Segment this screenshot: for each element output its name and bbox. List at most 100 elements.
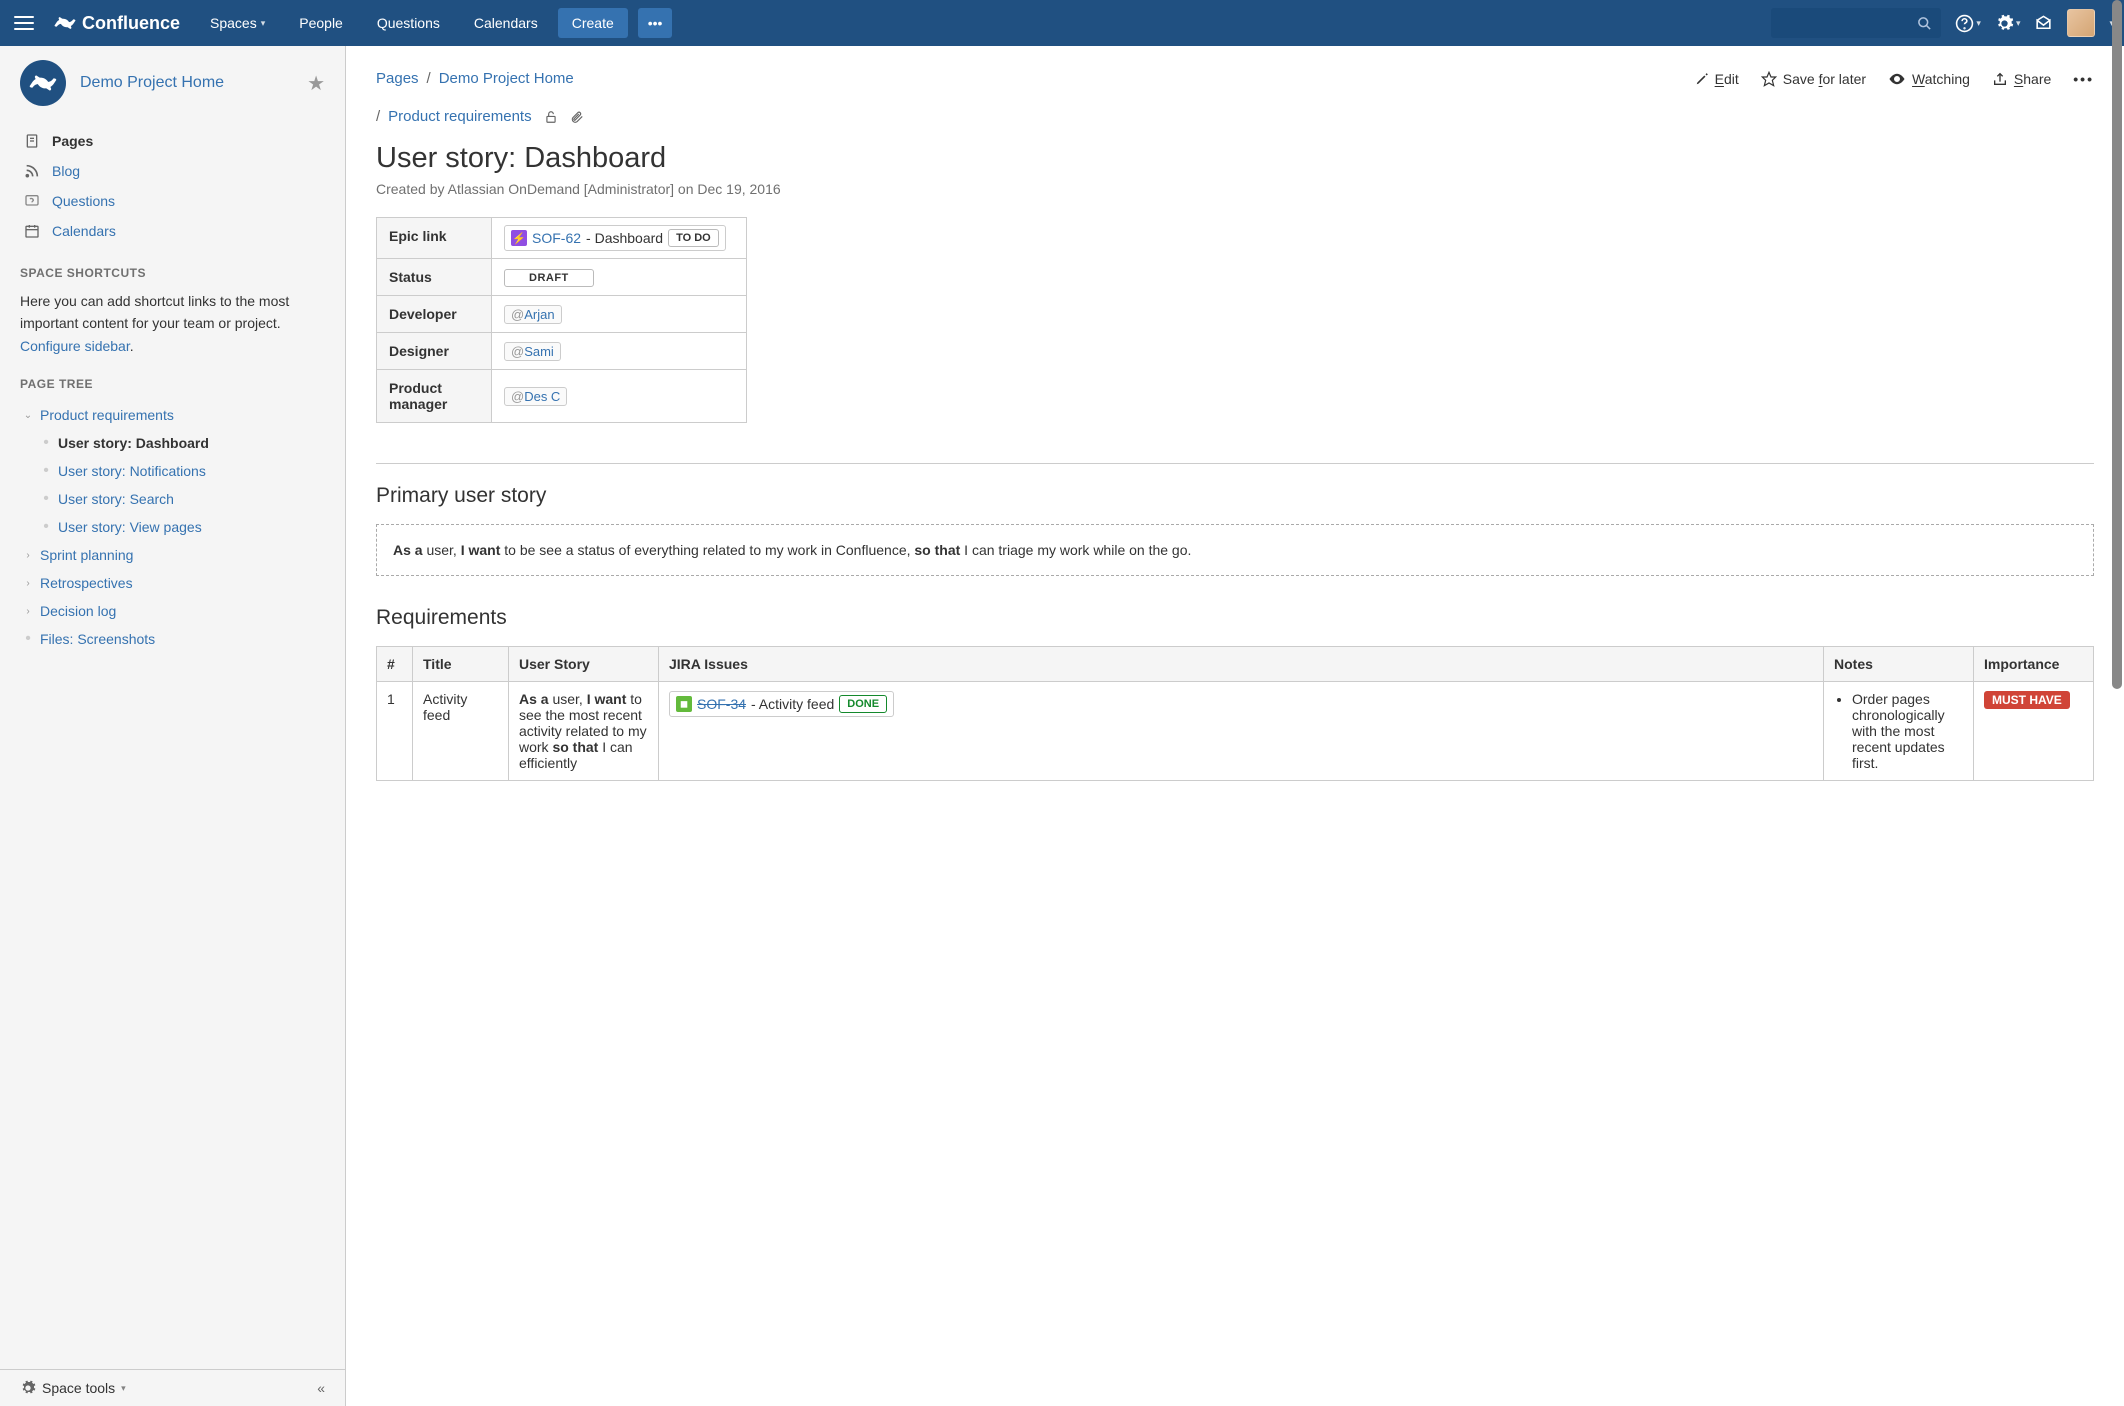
confluence-logo[interactable]: Confluence xyxy=(54,12,180,34)
tree-files-screenshots[interactable]: • Files: Screenshots xyxy=(20,625,325,653)
app-switcher-icon[interactable] xyxy=(10,9,38,37)
nav-questions[interactable]: Questions xyxy=(363,3,454,43)
importance-badge: MUST HAVE xyxy=(1984,691,2070,709)
create-more-button[interactable]: ••• xyxy=(638,8,673,38)
sidebar-collapse-icon[interactable]: « xyxy=(317,1380,325,1396)
space-tools-button[interactable]: Space tools ▾ xyxy=(20,1380,126,1396)
help-icon[interactable]: ▾ xyxy=(1955,14,1981,33)
req-title: Activity feed xyxy=(413,682,509,781)
nav-spaces[interactable]: Spaces▾ xyxy=(196,3,279,43)
tree-collapse-icon[interactable]: ⌄ xyxy=(22,410,34,421)
table-row: 1 Activity feed As a user, I want to see… xyxy=(377,682,2094,781)
watching-button[interactable]: Watching xyxy=(1888,70,1970,88)
global-header: Confluence Spaces▾ People Questions Cale… xyxy=(0,0,2124,46)
product-name: Confluence xyxy=(82,13,180,34)
share-button[interactable]: Share xyxy=(1992,71,2051,87)
eye-icon xyxy=(1888,70,1906,88)
space-shortcuts-title: SPACE SHORTCUTS xyxy=(20,266,325,280)
epic-status-badge: TO DO xyxy=(668,229,719,247)
pencil-icon xyxy=(1695,72,1709,86)
breadcrumb: Pages / Demo Project Home xyxy=(376,64,574,94)
calendars-icon xyxy=(24,223,42,239)
tree-retrospectives[interactable]: › Retrospectives xyxy=(20,569,325,597)
story-type-icon: ◼ xyxy=(676,696,692,712)
pages-icon xyxy=(24,133,42,149)
create-button[interactable]: Create xyxy=(558,8,628,38)
requirements-table: # Title User Story JIRA Issues Notes Imp… xyxy=(376,646,2094,781)
gear-icon xyxy=(20,1380,36,1396)
sidebar-nav-calendars[interactable]: Calendars xyxy=(20,216,325,246)
tree-expand-icon[interactable]: › xyxy=(22,578,34,589)
tree-expand-icon[interactable]: › xyxy=(22,606,34,617)
tree-decision-log[interactable]: › Decision log xyxy=(20,597,325,625)
req-jira: ◼ SOF-34 - Activity feed DONE xyxy=(659,682,1824,781)
shortcuts-help-text: Here you can add shortcut links to the m… xyxy=(20,290,325,357)
nav-people[interactable]: People xyxy=(285,3,357,43)
jira-issue-link[interactable]: SOF-34 xyxy=(697,696,746,712)
page-title: User story: Dashboard xyxy=(376,142,2094,175)
tree-user-story-search[interactable]: •User story: Search xyxy=(38,485,325,513)
developer-mention[interactable]: @Arjan xyxy=(504,305,562,324)
page-tree-title: PAGE TREE xyxy=(20,377,325,391)
prop-epic-label: Epic link xyxy=(377,218,492,259)
tree-user-story-notifications[interactable]: •User story: Notifications xyxy=(38,457,325,485)
unlock-icon[interactable] xyxy=(544,110,558,124)
req-userstory: As a user, I want to see the most recent… xyxy=(509,682,659,781)
tree-product-requirements[interactable]: ⌄ Product requirements xyxy=(20,401,325,429)
designer-mention[interactable]: @Sami xyxy=(504,342,561,361)
breadcrumb-product-req[interactable]: Product requirements xyxy=(388,102,531,132)
configure-sidebar-link[interactable]: Configure sidebar xyxy=(20,338,130,354)
status-badge: DRAFT xyxy=(504,269,594,287)
tree-user-story-view-pages[interactable]: •User story: View pages xyxy=(38,513,325,541)
share-icon xyxy=(1992,71,2008,87)
breadcrumb-home[interactable]: Demo Project Home xyxy=(439,64,574,94)
tree-sprint-planning[interactable]: › Sprint planning xyxy=(20,541,325,569)
properties-table: Epic link ⚡ SOF-62 - Dashboard TO DO Sta… xyxy=(376,217,747,423)
sidebar: Demo Project Home ★ Pages Blog Questions xyxy=(0,46,346,1406)
prop-status-label: Status xyxy=(377,259,492,296)
primary-story-box: As a user, I want to be see a status of … xyxy=(376,524,2094,576)
req-col-title: Title xyxy=(413,647,509,682)
space-title[interactable]: Demo Project Home xyxy=(80,74,293,92)
space-logo[interactable] xyxy=(20,60,66,106)
pm-mention[interactable]: @Des C xyxy=(504,387,567,406)
edit-button[interactable]: Edit xyxy=(1695,71,1739,87)
attachment-icon[interactable] xyxy=(570,110,584,124)
sidebar-nav-pages[interactable]: Pages xyxy=(20,126,325,156)
scrollbar[interactable] xyxy=(2112,0,2122,689)
favorite-star-icon[interactable]: ★ xyxy=(307,71,325,96)
search-icon xyxy=(1917,16,1932,31)
req-importance: MUST HAVE xyxy=(1974,682,2094,781)
epic-link[interactable]: SOF-62 xyxy=(532,230,581,246)
tree-user-story-dashboard[interactable]: •User story: Dashboard xyxy=(38,429,325,457)
req-num: 1 xyxy=(377,682,413,781)
req-col-num: # xyxy=(377,647,413,682)
req-col-notes: Notes xyxy=(1824,647,1974,682)
prop-designer-label: Designer xyxy=(377,333,492,370)
sidebar-nav-questions[interactable]: Questions xyxy=(20,186,325,216)
search-input[interactable] xyxy=(1771,8,1941,38)
primary-user-story-heading: Primary user story xyxy=(376,484,2094,508)
more-actions-button[interactable]: ••• xyxy=(2073,71,2094,87)
breadcrumb-pages[interactable]: Pages xyxy=(376,64,419,94)
prop-pm-label: Product manager xyxy=(377,370,492,423)
divider xyxy=(376,463,2094,464)
req-col-userstory: User Story xyxy=(509,647,659,682)
admin-icon[interactable]: ▾ xyxy=(1995,14,2021,33)
notifications-icon[interactable] xyxy=(2034,14,2053,33)
jira-status-badge: DONE xyxy=(839,695,887,713)
questions-icon xyxy=(24,193,42,209)
breadcrumb-line2: / Product requirements xyxy=(376,102,2094,132)
prop-developer-label: Developer xyxy=(377,296,492,333)
blog-icon xyxy=(24,163,42,179)
save-for-later-button[interactable]: Save for later xyxy=(1761,71,1866,87)
sidebar-nav-blog[interactable]: Blog xyxy=(20,156,325,186)
main-content: Pages / Demo Project Home Edit Save for … xyxy=(346,46,2124,1406)
requirements-heading: Requirements xyxy=(376,606,2094,630)
epic-type-icon: ⚡ xyxy=(511,230,527,246)
user-avatar[interactable] xyxy=(2067,9,2095,37)
nav-calendars[interactable]: Calendars xyxy=(460,3,552,43)
page-meta: Created by Atlassian OnDemand [Administr… xyxy=(376,181,2094,197)
tree-expand-icon[interactable]: › xyxy=(22,550,34,561)
star-icon xyxy=(1761,71,1777,87)
